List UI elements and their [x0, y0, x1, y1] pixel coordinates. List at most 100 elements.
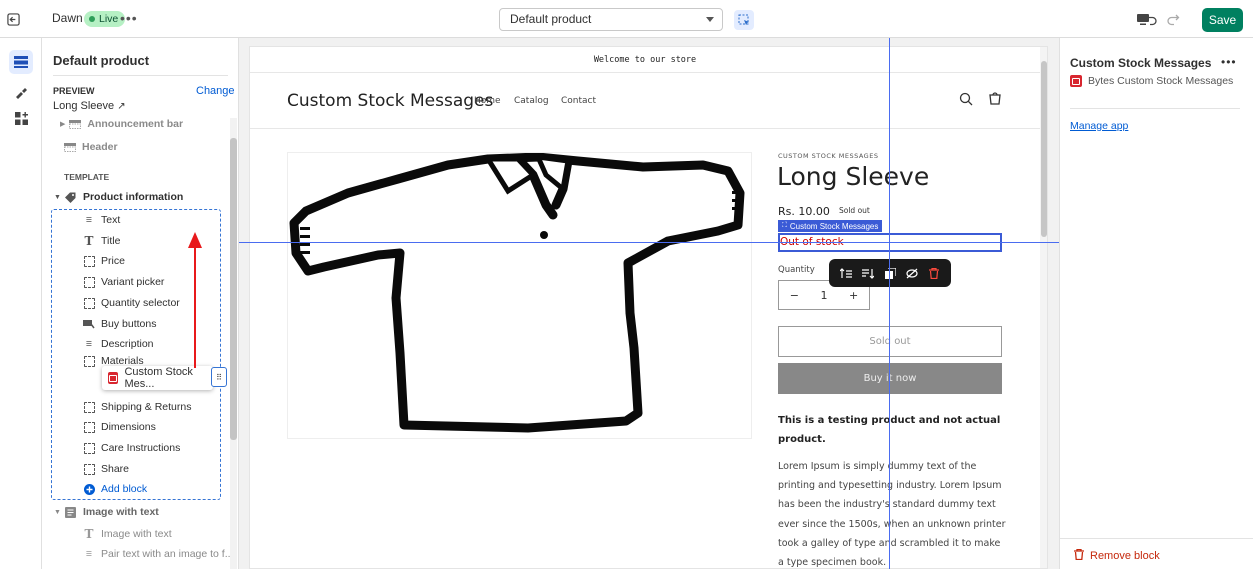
block-toolbar — [829, 259, 951, 287]
block-text[interactable]: ≡ Text — [83, 211, 120, 229]
move-up-icon[interactable] — [840, 267, 852, 279]
section-label: Announcement bar — [87, 118, 184, 130]
block-variant-picker[interactable]: Variant picker — [83, 273, 164, 291]
title-icon: T — [84, 234, 94, 248]
sidebar-rail — [0, 38, 42, 569]
nav-home[interactable]: Home — [474, 96, 501, 106]
block-dimensions[interactable]: Dimensions — [83, 418, 156, 436]
block-label: Title — [101, 235, 121, 247]
app-block-icon — [108, 372, 119, 384]
section-product-information[interactable]: ▼ Product information — [54, 188, 183, 206]
chevron-right-icon[interactable]: ▶ — [60, 120, 65, 128]
product-price: Rs. 10.00 — [778, 205, 830, 218]
undo-icon[interactable] — [1142, 10, 1160, 28]
plus-circle-icon — [83, 483, 95, 495]
search-icon[interactable] — [959, 92, 973, 109]
app-name: Bytes Custom Stock Messages — [1088, 75, 1234, 87]
block-price[interactable]: Price — [83, 252, 125, 270]
preview-product[interactable]: Long Sleeve ↗ — [53, 100, 126, 112]
announcement-bar-icon — [69, 118, 82, 130]
decrease-quantity-button[interactable]: − — [790, 289, 799, 302]
chevron-down-icon — [706, 17, 714, 22]
block-share[interactable]: Share — [83, 460, 129, 478]
remove-block-button[interactable]: Remove block — [1074, 548, 1160, 563]
section-label: Product information — [82, 191, 184, 203]
external-link-icon[interactable]: ↗ — [117, 101, 125, 112]
section-label: Image with text — [82, 506, 159, 518]
title-icon: T — [84, 527, 94, 541]
divider — [53, 75, 228, 76]
remove-block-label: Remove block — [1090, 550, 1160, 562]
template-select[interactable]: Default product — [499, 8, 723, 31]
live-badge-label: Live — [99, 13, 119, 25]
block-label: Description — [101, 338, 154, 350]
add-block-button[interactable]: Add block — [83, 480, 147, 498]
increase-quantity-button[interactable]: + — [849, 289, 858, 302]
trash-icon — [1074, 548, 1084, 563]
chevron-down-icon[interactable]: ▼ — [54, 194, 61, 201]
drag-handle-icon[interactable]: ⠿ — [211, 367, 227, 387]
block-label: Buy buttons — [101, 318, 157, 330]
nav-catalog[interactable]: Catalog — [514, 96, 549, 106]
block-quantity-selector[interactable]: Quantity selector — [83, 294, 180, 312]
placeholder-block-icon — [83, 355, 95, 367]
save-button[interactable]: Save — [1202, 8, 1243, 32]
placeholder-block-icon: ⛶ — [782, 222, 787, 229]
chevron-down-icon[interactable]: ▼ — [54, 509, 61, 516]
left-panel-scrollbar[interactable] — [230, 118, 237, 569]
divider — [1070, 108, 1240, 109]
sold-out-button[interactable]: Sold out — [778, 326, 1002, 357]
sections-panel: Default product PREVIEW Change Long Slee… — [42, 38, 239, 569]
sections-icon[interactable] — [9, 50, 33, 74]
template-heading: TEMPLATE — [64, 172, 110, 182]
nav-contact[interactable]: Contact — [561, 96, 596, 106]
add-block-label: Add block — [101, 483, 148, 495]
redo-icon[interactable] — [1164, 10, 1182, 28]
block-label: Pair text with an image to f... — [101, 548, 234, 560]
section-header[interactable]: Header — [64, 138, 118, 156]
section-image-with-text[interactable]: ▼ Image with text — [54, 503, 159, 521]
placeholder-block-icon — [83, 421, 95, 433]
annotation-arrow — [188, 232, 202, 368]
theme-more-button[interactable]: ••• — [120, 10, 138, 26]
storefront-preview: Welcome to our store Custom Stock Messag… — [249, 46, 1048, 569]
quantity-value[interactable]: 1 — [820, 289, 827, 302]
duplicate-icon[interactable] — [884, 267, 896, 279]
block-shipping-returns[interactable]: Shipping & Returns — [83, 398, 191, 416]
theme-settings-icon[interactable] — [9, 80, 33, 104]
block-image-with-text-text[interactable]: ≡ Pair text with an image to f... — [83, 545, 234, 563]
preview-scrollbar[interactable] — [1040, 47, 1047, 568]
placeholder-block-icon — [83, 442, 95, 454]
section-announcement-bar[interactable]: ▶ Announcement bar — [60, 115, 183, 133]
app-icon — [1070, 75, 1082, 87]
delete-icon[interactable] — [928, 267, 940, 279]
scrollbar-thumb[interactable] — [1041, 61, 1047, 237]
settings-more-button[interactable]: ••• — [1221, 55, 1237, 69]
block-description[interactable]: ≡ Description — [83, 335, 154, 353]
manage-app-link[interactable]: Manage app — [1070, 120, 1128, 132]
buy-now-button[interactable]: Buy it now — [778, 363, 1002, 394]
exit-icon[interactable] — [4, 10, 22, 28]
product-image[interactable] — [287, 152, 752, 439]
scrollbar-thumb[interactable] — [230, 138, 237, 440]
block-title[interactable]: T Title — [83, 232, 121, 250]
inspector-toggle-button[interactable] — [734, 10, 754, 30]
top-bar: Dawn Live ••• Default product Save — [0, 0, 1253, 38]
block-label: Share — [101, 463, 130, 475]
block-image-with-text-title[interactable]: T Image with text — [83, 525, 172, 543]
change-preview-link[interactable]: Change — [196, 85, 235, 97]
store-name[interactable]: Custom Stock Messages — [287, 91, 493, 111]
text-lines-icon: ≡ — [85, 338, 93, 350]
cart-icon[interactable] — [988, 91, 1002, 109]
selected-block-tag: ⛶ Custom Stock Messages — [778, 220, 883, 232]
block-buy-buttons[interactable]: Buy buttons — [83, 315, 156, 333]
block-care-instructions[interactable]: Care Instructions — [83, 439, 180, 457]
app-embeds-icon[interactable] — [9, 106, 33, 130]
placeholder-block-icon — [83, 255, 95, 267]
app-source: Bytes Custom Stock Messages — [1070, 75, 1233, 87]
block-label: Quantity selector — [101, 297, 180, 309]
shirt-illustration — [289, 152, 745, 433]
section-label: Header — [82, 141, 118, 153]
hide-icon[interactable] — [906, 267, 918, 279]
move-down-icon[interactable] — [862, 267, 874, 279]
